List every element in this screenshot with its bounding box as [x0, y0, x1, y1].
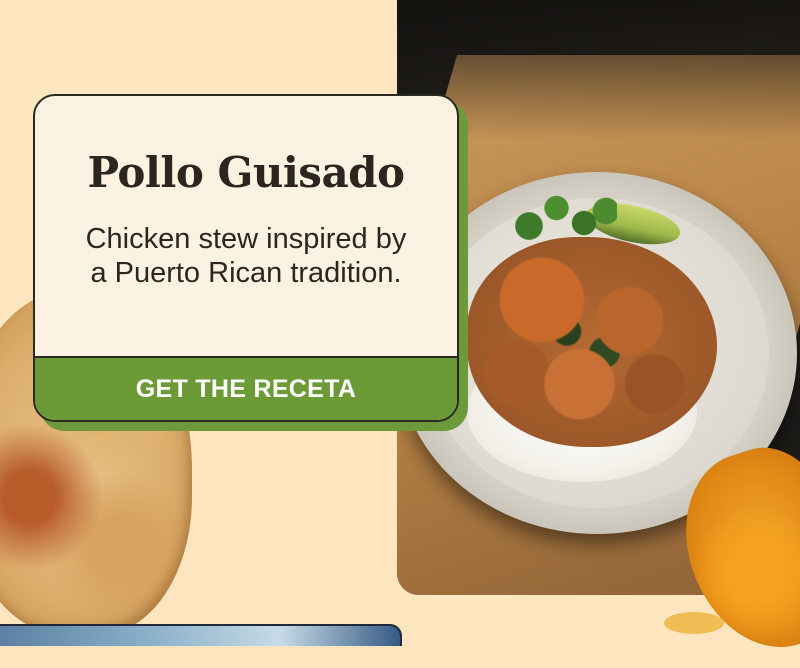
- recipe-card: Pollo Guisado Chicken stew inspired by a…: [33, 94, 459, 422]
- get-recipe-button[interactable]: GET THE RECETA: [35, 356, 457, 420]
- cilantro-garnish: [507, 190, 617, 250]
- recipe-title: Pollo Guisado: [87, 148, 405, 197]
- recipe-card-body: Pollo Guisado Chicken stew inspired by a…: [35, 96, 457, 361]
- next-card-preview: [0, 624, 402, 646]
- recipe-description: Chicken stew inspired by a Puerto Rican …: [85, 223, 407, 289]
- food-crumb: [664, 612, 724, 634]
- chicken-stew: [467, 237, 717, 447]
